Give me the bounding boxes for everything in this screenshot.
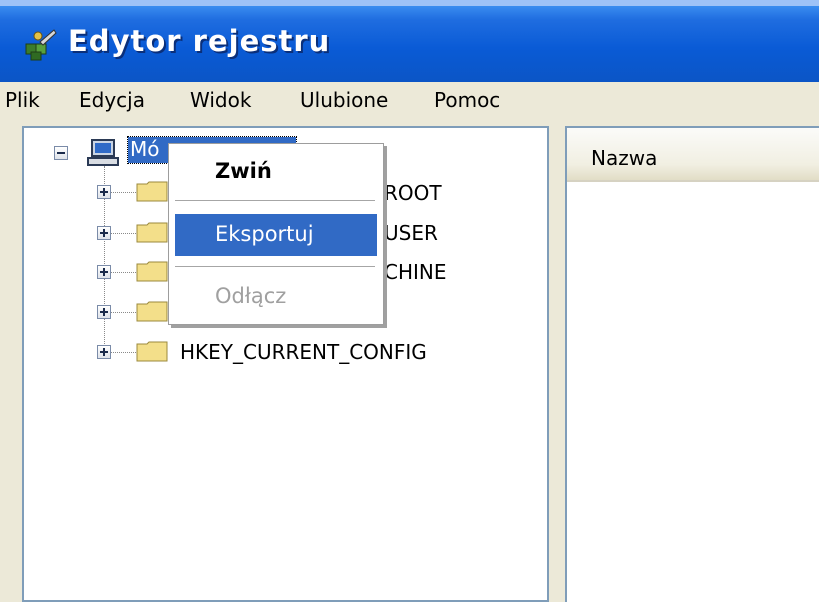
tree-line <box>110 272 136 273</box>
expand-key-icon[interactable] <box>97 226 111 240</box>
menu-plik[interactable]: Plik <box>5 88 40 112</box>
title-bar[interactable]: Edytor rejestru <box>0 0 819 82</box>
tree-line <box>110 192 136 193</box>
menu-separator <box>175 200 375 201</box>
menu-item-export[interactable]: Eksportuj <box>175 214 377 256</box>
menu-edycja[interactable]: Edycja <box>79 88 145 112</box>
expand-key-icon[interactable] <box>97 305 111 319</box>
tree-line <box>110 312 136 313</box>
collapse-root-icon[interactable] <box>54 146 68 160</box>
values-list-pane[interactable]: Nazwa <box>565 126 819 602</box>
menu-separator <box>175 266 375 267</box>
computer-icon <box>87 139 119 166</box>
registry-editor-icon <box>25 29 57 61</box>
window-title: Edytor rejestru <box>68 24 331 58</box>
tree-key-label[interactable]: USER <box>384 221 438 245</box>
menu-bar: Plik Edycja Widok Ulubione Pomoc <box>0 82 819 121</box>
tree-line <box>110 233 136 234</box>
menu-ulubione[interactable]: Ulubione <box>300 88 388 112</box>
folder-icon <box>136 261 168 282</box>
expand-key-icon[interactable] <box>97 185 111 199</box>
tree-key-label[interactable]: HKEY_CURRENT_CONFIG <box>180 340 427 364</box>
menu-pomoc[interactable]: Pomoc <box>434 88 500 112</box>
menu-item-export-label: Eksportuj <box>215 222 314 246</box>
tree-line <box>110 352 136 353</box>
column-header-label: Nazwa <box>591 146 658 170</box>
column-header-name[interactable]: Nazwa <box>567 128 819 182</box>
folder-icon <box>136 341 168 362</box>
menu-item-unload[interactable]: Odłącz <box>215 284 429 308</box>
context-menu: Zwiń Eksportuj Odłącz <box>168 143 384 325</box>
expand-key-icon[interactable] <box>97 265 111 279</box>
folder-icon <box>136 222 168 243</box>
folder-icon <box>136 301 168 322</box>
menu-item-collapse[interactable]: Zwiń <box>215 159 429 183</box>
expand-key-icon[interactable] <box>97 345 111 359</box>
menu-widok[interactable]: Widok <box>190 88 251 112</box>
tree-key-label[interactable]: CHINE <box>384 260 447 284</box>
folder-icon <box>136 181 168 202</box>
tree-key-label[interactable]: ROOT <box>384 181 442 205</box>
